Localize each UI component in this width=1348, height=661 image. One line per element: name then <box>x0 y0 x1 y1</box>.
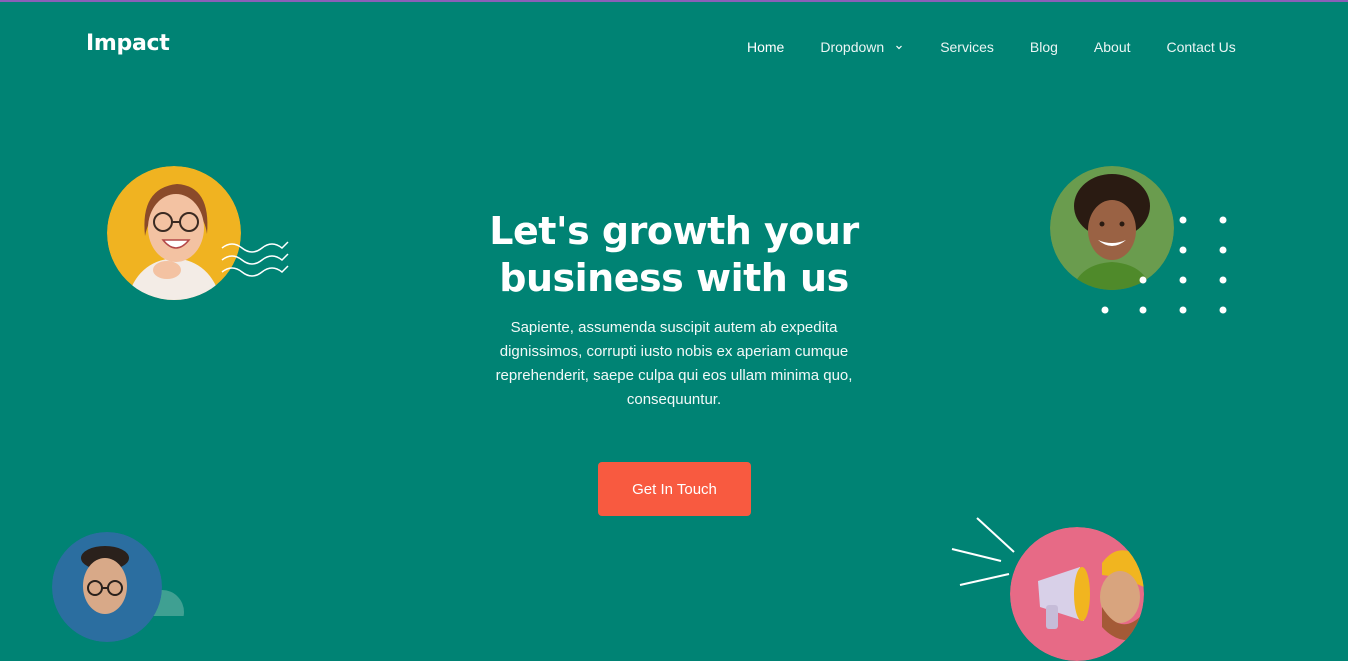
nav-item-services[interactable]: Services <box>940 39 994 55</box>
dot-grid-decoration <box>1101 216 1227 314</box>
brand-logo[interactable]: Impact <box>86 31 170 56</box>
chevron-down-icon <box>896 45 903 50</box>
nav-item-blog[interactable]: Blog <box>1030 39 1058 55</box>
nav-item-about[interactable]: About <box>1094 39 1131 55</box>
avatar-man-glasses <box>52 532 162 642</box>
nav-item-contact-us[interactable]: Contact Us <box>1167 39 1236 55</box>
hero-description: Sapiente, assumenda suscipit autem ab ex… <box>495 319 853 408</box>
nav-item-dropdown[interactable]: Dropdown <box>820 39 904 55</box>
burst-lines-decoration <box>951 517 1015 586</box>
hero-section: Let's growth your business with us Sapie… <box>474 208 874 412</box>
main-nav: Home Dropdown Services Blog About Contac… <box>747 39 1236 55</box>
top-accent-line <box>0 0 1348 2</box>
hero-title: Let's growth your business with us <box>474 208 874 302</box>
wave-lines-decoration <box>221 241 289 277</box>
nav-item-dropdown-label: Dropdown <box>820 39 885 55</box>
hero-title-line2: business with us <box>499 256 849 300</box>
hero-title-line1: Let's growth your <box>489 209 859 253</box>
avatar-man-megaphone <box>1010 527 1144 661</box>
get-in-touch-button[interactable]: Get In Touch <box>598 462 751 516</box>
nav-item-home[interactable]: Home <box>747 39 784 55</box>
